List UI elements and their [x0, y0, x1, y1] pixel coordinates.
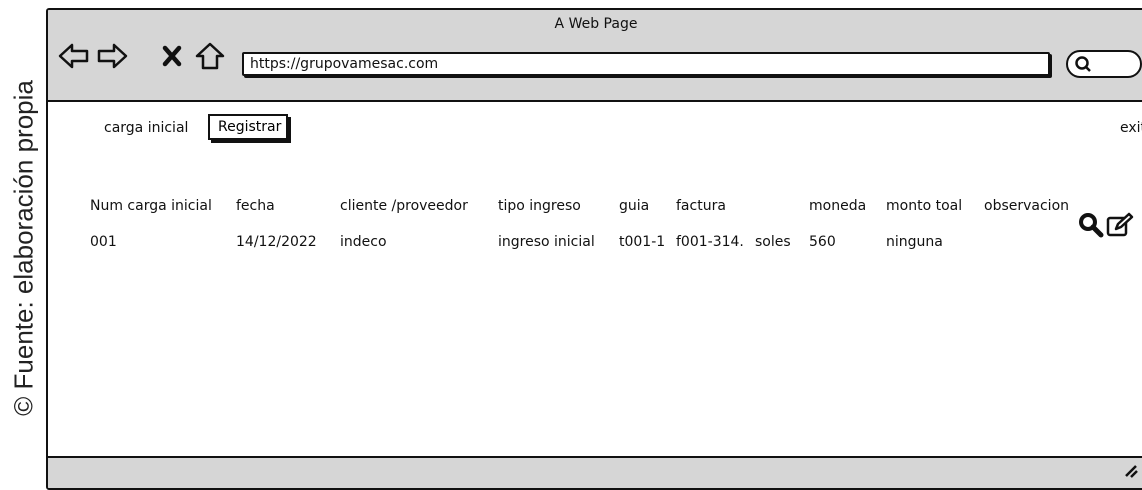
- registrar-button[interactable]: Registrar: [208, 114, 288, 140]
- menu-carga-inicial[interactable]: carga inicial: [104, 120, 188, 136]
- cell-num-carga: 001: [90, 234, 117, 250]
- cell-observacion: ninguna: [886, 234, 943, 250]
- browser-chrome: A Web Page https://grupovamesac.com: [48, 10, 1142, 102]
- close-x-icon[interactable]: [160, 40, 184, 72]
- cell-factura: f001-314.: [676, 234, 744, 250]
- header-fecha: fecha: [236, 198, 275, 214]
- cell-guia: t001-1: [619, 234, 666, 250]
- edit-icon[interactable]: [1106, 212, 1134, 242]
- cell-moneda: soles: [755, 234, 791, 250]
- header-moneda: moneda: [809, 198, 867, 214]
- source-caption: © Fuente: elaboración propia: [0, 0, 48, 487]
- home-icon[interactable]: [194, 40, 226, 72]
- header-tipo-ingreso: tipo ingreso: [498, 198, 581, 214]
- header-guia: guia: [619, 198, 650, 214]
- status-bar: [48, 456, 1142, 488]
- search-icon: [1074, 55, 1092, 77]
- header-factura: factura: [676, 198, 726, 214]
- header-observacion: observacion: [984, 198, 1070, 214]
- back-arrow-icon[interactable]: [58, 40, 90, 72]
- exit-link[interactable]: exit: [1120, 120, 1142, 136]
- browser-search-field[interactable]: [1066, 50, 1142, 78]
- row-actions: [1078, 212, 1134, 242]
- forward-arrow-icon[interactable]: [96, 40, 128, 72]
- header-cliente: cliente /proveedor: [340, 198, 468, 214]
- header-num-carga: Num carga inicial: [90, 198, 212, 214]
- cell-tipo-ingreso: ingreso inicial: [498, 234, 595, 250]
- cell-monto: 560: [809, 234, 836, 250]
- cell-fecha: 14/12/2022: [236, 234, 317, 250]
- header-monto: monto toal: [886, 198, 963, 214]
- search-icon[interactable]: [1078, 212, 1104, 242]
- resize-grip-icon[interactable]: [1122, 462, 1138, 482]
- browser-window: A Web Page https://grupovamesac.com carg…: [46, 8, 1142, 490]
- url-input[interactable]: https://grupovamesac.com: [242, 52, 1050, 76]
- window-title: A Web Page: [554, 16, 638, 32]
- cell-cliente: indeco: [340, 234, 387, 250]
- caption-text: © Fuente: elaboración propia: [8, 80, 39, 416]
